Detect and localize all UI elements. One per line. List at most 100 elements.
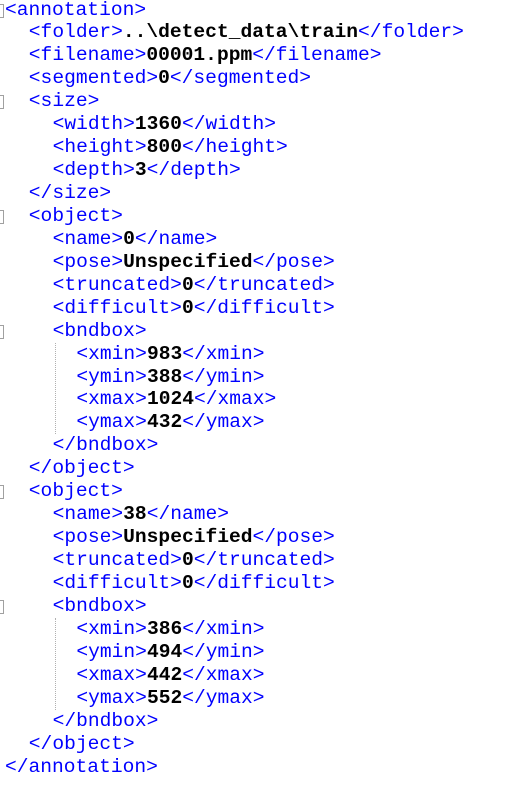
- code-line[interactable]: <depth>3</depth>: [53, 159, 241, 182]
- fold-marker-icon[interactable]: [0, 324, 4, 339]
- code-line[interactable]: <ymin>388</ymin>: [76, 366, 264, 389]
- xml-close-tag: </ymax>: [182, 686, 265, 709]
- xml-value: 388: [146, 365, 183, 388]
- xml-tag: <xmax>: [76, 663, 147, 686]
- code-line[interactable]: </bndbox>: [53, 434, 159, 457]
- code-line[interactable]: <difficult>0</difficult>: [53, 572, 335, 595]
- xml-value: 983: [146, 342, 183, 365]
- xml-value: 0: [158, 67, 170, 90]
- fold-marker-icon[interactable]: [0, 599, 4, 614]
- code-line[interactable]: <difficult>0</difficult>: [53, 297, 335, 320]
- indent-guide: [54, 342, 56, 435]
- xml-value: Unspecified: [123, 250, 253, 273]
- xml-close-tag: </ymax>: [182, 411, 265, 434]
- code-line[interactable]: </bndbox>: [53, 710, 159, 733]
- code-line[interactable]: <bndbox>: [53, 320, 147, 343]
- code-line[interactable]: <segmented>0</segmented>: [29, 67, 311, 90]
- indent-guide: [54, 617, 56, 710]
- xml-close-tag: </truncated>: [193, 273, 335, 296]
- fold-marker-icon[interactable]: [0, 209, 4, 224]
- code-line[interactable]: <folder>..\detect_data\train</folder>: [29, 21, 464, 44]
- xml-tag: <object>: [28, 480, 123, 503]
- xml-close-tag: </xmax>: [182, 663, 265, 686]
- xml-close-tag: </ymin>: [182, 640, 265, 663]
- code-line[interactable]: <height>800</height>: [53, 136, 288, 159]
- xml-tag: <annotation>: [5, 0, 147, 21]
- xml-tag: <truncated>: [52, 549, 182, 572]
- xml-close-tag: </xmin>: [182, 342, 265, 365]
- code-line[interactable]: <pose>Unspecified</pose>: [53, 526, 335, 549]
- xml-value: 386: [146, 617, 183, 640]
- xml-value: 800: [146, 136, 182, 159]
- code-line[interactable]: <filename>00001.ppm</filename>: [29, 44, 382, 67]
- code-line[interactable]: <object>: [29, 205, 123, 228]
- xml-value: 0: [123, 227, 135, 250]
- fold-marker-icon[interactable]: [0, 485, 4, 500]
- code-line[interactable]: <pose>Unspecified</pose>: [53, 251, 335, 274]
- xml-tag: <folder>: [28, 21, 123, 44]
- xml-value: ..\detect_data\train: [122, 21, 359, 44]
- code-line[interactable]: <object>: [29, 480, 123, 503]
- code-line[interactable]: <xmin>983</xmin>: [76, 343, 264, 366]
- fold-marker-icon[interactable]: [0, 95, 4, 110]
- xml-value: 1360: [134, 113, 182, 136]
- fold-marker-icon[interactable]: [0, 3, 4, 18]
- code-line[interactable]: <ymin>494</ymin>: [76, 641, 264, 664]
- xml-close-tag: </folder>: [358, 21, 464, 44]
- xml-tag: <ymin>: [76, 365, 147, 388]
- xml-editor[interactable]: <annotation> <folder>..\detect_data\train…: [0, 0, 517, 789]
- code-line[interactable]: </annotation>: [5, 756, 158, 779]
- code-line[interactable]: <truncated>0</truncated>: [53, 274, 335, 297]
- code-line[interactable]: <bndbox>: [53, 595, 147, 618]
- xml-value: 1024: [146, 388, 194, 411]
- xml-tag: <size>: [28, 90, 100, 113]
- xml-close-tag: </pose>: [252, 250, 335, 273]
- xml-tag: <xmin>: [76, 342, 147, 365]
- code-line[interactable]: <width>1360</width>: [53, 113, 276, 136]
- code-line[interactable]: </object>: [29, 457, 135, 480]
- xml-tag: </object>: [28, 732, 135, 755]
- xml-close-tag: </difficult>: [193, 296, 335, 319]
- xml-tag: </size>: [28, 182, 112, 205]
- code-line[interactable]: <size>: [29, 90, 100, 113]
- xml-value: 552: [146, 686, 183, 709]
- code-line[interactable]: <xmax>442</xmax>: [76, 664, 264, 687]
- xml-tag: <ymax>: [76, 686, 147, 709]
- code-line[interactable]: <truncated>0</truncated>: [53, 549, 335, 572]
- xml-tag: <bndbox>: [52, 319, 147, 342]
- xml-value: 0: [181, 273, 194, 296]
- xml-value: 00001.ppm: [146, 44, 253, 67]
- xml-close-tag: </xmax>: [194, 388, 277, 411]
- code-line[interactable]: <ymax>552</ymax>: [76, 687, 264, 710]
- xml-tag: <pose>: [52, 250, 124, 273]
- xml-value: 38: [123, 503, 147, 526]
- code-line[interactable]: </size>: [29, 182, 111, 205]
- xml-value: Unspecified: [123, 526, 253, 549]
- xml-tag: <pose>: [52, 526, 124, 549]
- xml-close-tag: </name>: [134, 227, 218, 250]
- xml-tag: </bndbox>: [52, 709, 159, 732]
- xml-tag: <xmin>: [76, 617, 147, 640]
- code-line[interactable]: <ymax>432</ymax>: [76, 411, 264, 434]
- xml-value: 432: [146, 411, 183, 434]
- code-line[interactable]: </object>: [29, 733, 135, 756]
- xml-tag: <ymin>: [76, 640, 147, 663]
- xml-tag: <width>: [52, 113, 135, 136]
- xml-tag: </bndbox>: [52, 434, 159, 457]
- xml-close-tag: </filename>: [252, 44, 382, 67]
- xml-tag: <truncated>: [52, 273, 182, 296]
- code-line[interactable]: <name>0</name>: [53, 228, 218, 251]
- xml-value: 3: [134, 159, 147, 182]
- code-line[interactable]: <xmax>1024</xmax>: [76, 388, 276, 411]
- xml-tag: <filename>: [28, 44, 147, 67]
- code-line[interactable]: <xmin>386</xmin>: [76, 618, 264, 641]
- code-line[interactable]: <name>38</name>: [53, 503, 229, 526]
- xml-close-tag: </difficult>: [193, 572, 335, 594]
- xml-value: 0: [181, 549, 194, 572]
- xml-tag: <difficult>: [52, 572, 182, 594]
- xml-value: 442: [146, 663, 183, 686]
- xml-close-tag: </depth>: [146, 159, 241, 182]
- xml-tag: </object>: [28, 457, 135, 480]
- xml-tag: <segmented>: [28, 67, 159, 90]
- code-line[interactable]: <annotation>: [5, 0, 146, 22]
